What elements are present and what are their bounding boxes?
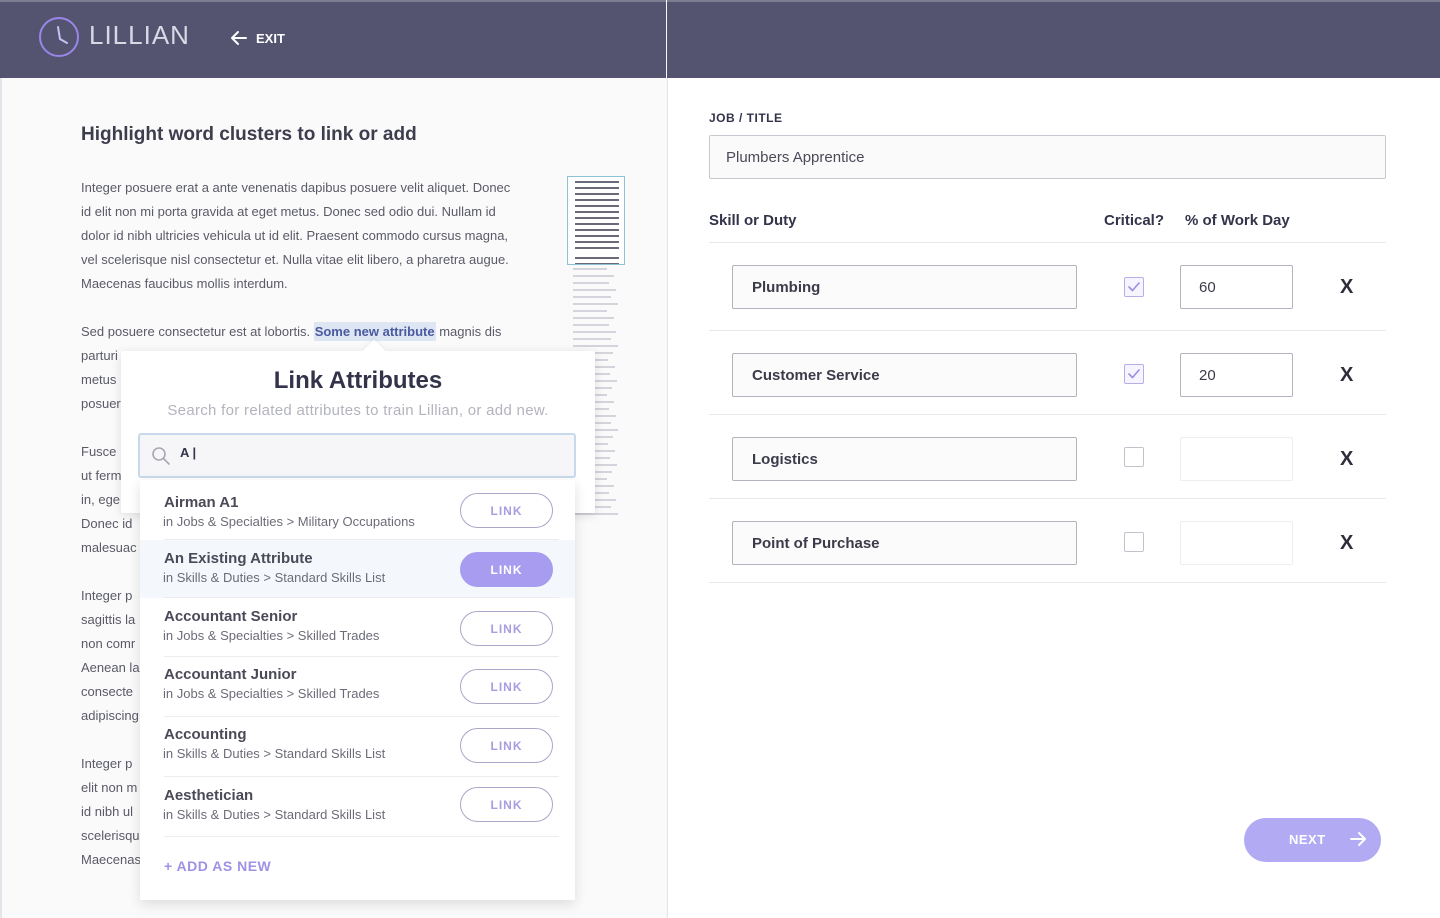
- critical-checkbox[interactable]: [1124, 447, 1144, 467]
- divider: [709, 498, 1386, 499]
- attribute-results: Airman A1 in Jobs & Specialties > Milita…: [140, 480, 575, 900]
- minimap-line: [573, 282, 609, 284]
- attribute-name: Airman A1: [164, 494, 239, 511]
- job-title-label: JOB / TITLE: [709, 111, 783, 125]
- minimap-line: [573, 289, 616, 291]
- divider: [709, 582, 1386, 583]
- link-button[interactable]: LINK: [460, 493, 553, 528]
- minimap-line: [573, 324, 609, 326]
- attribute-name: Accounting: [164, 726, 247, 743]
- document-minimap[interactable]: [567, 176, 625, 265]
- list-item[interactable]: Accountant Junior in Jobs & Specialties …: [140, 657, 575, 715]
- critical-checkbox[interactable]: [1124, 277, 1144, 297]
- top-bar-right: [667, 0, 1440, 78]
- list-item[interactable]: An Existing Attribute in Skills & Duties…: [140, 540, 575, 598]
- attribute-name: Accountant Senior: [164, 608, 298, 625]
- attribute-path: in Jobs & Specialties > Skilled Trades: [163, 628, 380, 643]
- text-line: Maecenas faucibus mollis interdum.: [81, 276, 288, 291]
- link-button[interactable]: LINK: [460, 787, 553, 822]
- minimap-line: [573, 338, 611, 340]
- text-line: vel scelerisque nisl consectetur et. Nul…: [81, 252, 509, 267]
- divider: [164, 836, 559, 837]
- critical-checkbox[interactable]: [1124, 532, 1144, 552]
- search-icon: [152, 447, 170, 465]
- paragraph-1: Integer posuere erat a ante venenatis da…: [81, 176, 536, 296]
- exit-label: EXIT: [256, 30, 285, 46]
- popover-title: Link Attributes: [273, 367, 443, 394]
- attribute-name: Aesthetician: [164, 787, 254, 804]
- list-item[interactable]: Aesthetician in Skills & Duties > Standa…: [140, 777, 575, 835]
- critical-column-header: Critical?: [1104, 212, 1165, 229]
- next-label: NEXT: [1289, 832, 1326, 847]
- logo-text: LILLIAN: [89, 20, 190, 50]
- divider: [709, 330, 1386, 331]
- skill-input[interactable]: [732, 521, 1077, 565]
- percent-input[interactable]: [1180, 353, 1293, 397]
- text-line: Integer posuere erat a ante venenatis da…: [81, 180, 511, 195]
- divider: [709, 242, 1386, 243]
- minimap-line: [573, 331, 616, 333]
- skill-input[interactable]: [732, 353, 1077, 397]
- minimap-line: [573, 345, 618, 347]
- job-title-input[interactable]: [709, 135, 1386, 179]
- list-item[interactable]: Accountant Senior in Jobs & Specialties …: [140, 598, 575, 656]
- logo-icon: [39, 17, 79, 57]
- minimap-line: [573, 310, 607, 312]
- attribute-path: in Jobs & Specialties > Skilled Trades: [163, 686, 380, 701]
- link-button[interactable]: LINK: [460, 728, 553, 763]
- popover-subtitle: Search for related attributes to train L…: [167, 402, 549, 419]
- attribute-name: Accountant Junior: [164, 666, 297, 683]
- attribute-path: in Jobs & Specialties > Military Occupat…: [163, 514, 415, 529]
- attribute-path: in Skills & Duties > Standard Skills Lis…: [163, 570, 386, 585]
- text-line: id elit non mi porta gravida at eget met…: [81, 204, 496, 219]
- minimap-line: [573, 513, 618, 515]
- minimap-line: [573, 317, 614, 319]
- critical-checkbox[interactable]: [1124, 364, 1144, 384]
- text-line: dolor id nibh ultricies vehicula ut id e…: [81, 228, 509, 243]
- skill-input[interactable]: [732, 437, 1077, 481]
- link-button[interactable]: LINK: [460, 611, 553, 646]
- link-button[interactable]: LINK: [460, 552, 553, 587]
- percent-input[interactable]: [1180, 437, 1293, 481]
- remove-row-button[interactable]: X: [1340, 448, 1353, 471]
- remove-row-button[interactable]: X: [1340, 276, 1353, 299]
- attribute-name: An Existing Attribute: [164, 550, 313, 567]
- attribute-path: in Skills & Duties > Standard Skills Lis…: [163, 746, 386, 761]
- skill-input[interactable]: [732, 265, 1077, 309]
- divider: [709, 414, 1386, 415]
- arrow-right-icon: [1350, 832, 1366, 846]
- arrow-left-icon: [231, 31, 247, 45]
- minimap-line: [573, 268, 607, 270]
- highlighted-attribute[interactable]: Some new attribute: [313, 322, 436, 341]
- attribute-path: in Skills & Duties > Standard Skills Lis…: [163, 807, 386, 822]
- remove-row-button[interactable]: X: [1340, 532, 1353, 555]
- check-icon: [1128, 282, 1140, 292]
- search-input[interactable]: [180, 445, 480, 460]
- check-icon: [1128, 369, 1140, 379]
- link-button[interactable]: LINK: [460, 669, 553, 704]
- percent-input[interactable]: [1180, 521, 1293, 565]
- next-button[interactable]: NEXT: [1244, 818, 1381, 862]
- text-line: Sed posuere consectetur est at lobortis.…: [81, 322, 502, 341]
- minimap-line: [573, 296, 611, 298]
- attribute-search[interactable]: [138, 433, 576, 478]
- minimap-line: [573, 275, 614, 277]
- document-heading: Highlight word clusters to link or add: [81, 124, 417, 145]
- skill-column-header: Skill or Duty: [709, 212, 797, 229]
- percent-column-header: % of Work Day: [1185, 212, 1290, 229]
- list-item[interactable]: Airman A1 in Jobs & Specialties > Milita…: [140, 480, 575, 538]
- remove-row-button[interactable]: X: [1340, 364, 1353, 387]
- percent-input[interactable]: [1180, 265, 1293, 309]
- minimap-line: [573, 303, 618, 305]
- exit-button[interactable]: EXIT: [230, 26, 285, 50]
- list-item[interactable]: Accounting in Skills & Duties > Standard…: [140, 717, 575, 775]
- add-as-new-button[interactable]: + ADD AS NEW: [164, 858, 271, 874]
